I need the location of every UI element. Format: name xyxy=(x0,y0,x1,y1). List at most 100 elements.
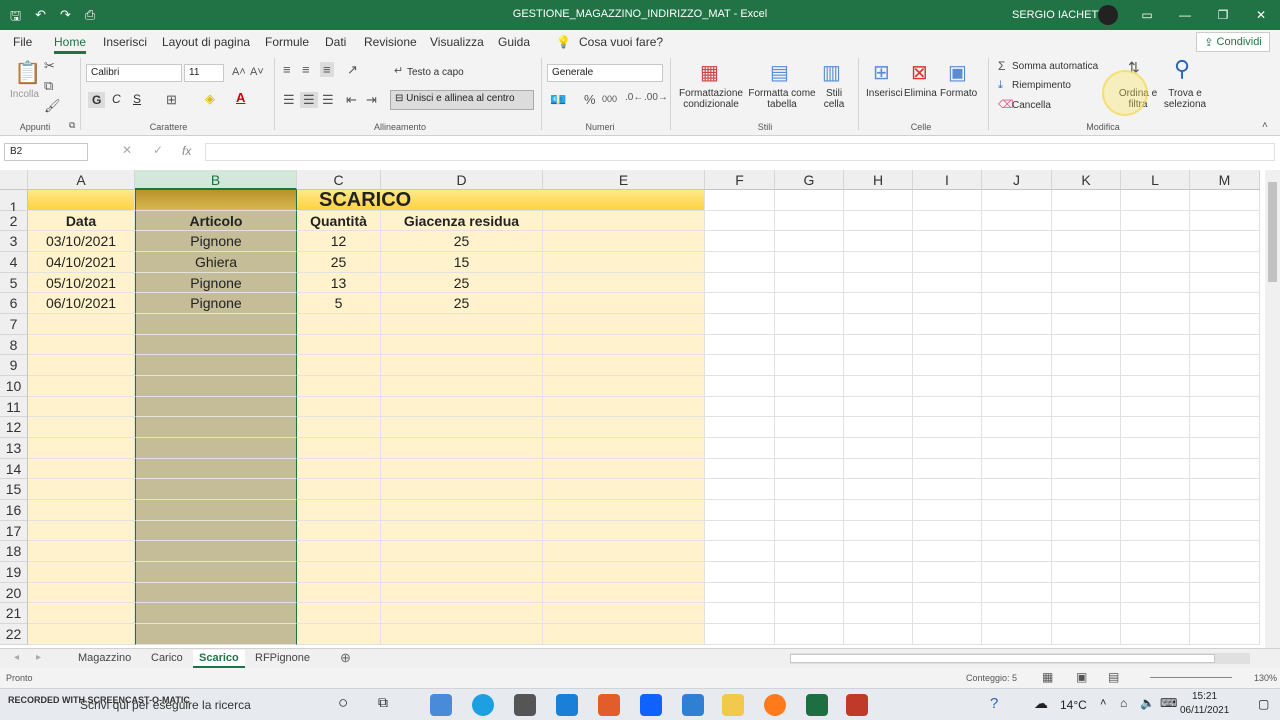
grid-cell[interactable] xyxy=(297,562,381,583)
grid-cell[interactable] xyxy=(543,500,705,521)
align-top-icon[interactable]: ≡ xyxy=(283,62,291,77)
grid-cell[interactable] xyxy=(543,293,705,314)
delete-cells-button[interactable]: Elimina xyxy=(904,88,937,99)
name-box[interactable]: B2 xyxy=(4,143,88,161)
column-header[interactable]: I xyxy=(913,170,982,190)
format-cells-icon[interactable]: ▣ xyxy=(948,60,967,85)
grid-cell[interactable] xyxy=(297,459,381,479)
grid-cell[interactable] xyxy=(913,541,982,562)
grid-cell[interactable] xyxy=(1121,541,1190,562)
grid-cell[interactable] xyxy=(913,500,982,521)
grid-cell[interactable] xyxy=(1121,624,1190,645)
row-header[interactable]: 7 xyxy=(0,314,28,335)
wrap-text-label[interactable]: Testo a capo xyxy=(407,67,464,78)
grid-cell[interactable] xyxy=(1190,397,1260,417)
grid-cell[interactable] xyxy=(705,603,775,624)
weather-icon[interactable]: ☁ xyxy=(1034,695,1048,712)
column-header[interactable]: M xyxy=(1190,170,1260,190)
grid-cell[interactable] xyxy=(705,500,775,521)
grid-cell[interactable] xyxy=(775,190,844,211)
grid-cell[interactable] xyxy=(705,293,775,314)
zoom-slider[interactable] xyxy=(1150,677,1232,678)
grid-cell[interactable] xyxy=(913,583,982,603)
grid-cell[interactable] xyxy=(913,417,982,438)
format-as-table-button[interactable]: Formatta come tabella xyxy=(746,88,818,110)
grid-cell[interactable] xyxy=(543,603,705,624)
grid-cell[interactable] xyxy=(543,417,705,438)
table-cell[interactable]: 12 xyxy=(297,231,381,252)
grid-cell[interactable] xyxy=(982,293,1052,314)
grid-cell[interactable] xyxy=(982,273,1052,293)
grid-cell[interactable] xyxy=(297,479,381,500)
grid-cell[interactable] xyxy=(705,583,775,603)
grid-cell[interactable] xyxy=(1052,562,1121,583)
maximize-icon[interactable]: ❐ xyxy=(1204,0,1242,30)
delete-cells-icon[interactable]: ⊠ xyxy=(911,60,928,85)
grid-cell[interactable] xyxy=(543,562,705,583)
grid-cell[interactable] xyxy=(775,397,844,417)
grid-cell[interactable] xyxy=(1190,211,1260,231)
grid-cell[interactable] xyxy=(135,190,297,211)
grid-cell[interactable] xyxy=(844,500,913,521)
grid-cell[interactable] xyxy=(705,190,775,211)
grid-cell[interactable] xyxy=(844,273,913,293)
grid-cell[interactable] xyxy=(28,583,135,603)
xampp-icon[interactable] xyxy=(598,694,620,716)
autosum-icon[interactable]: Σ xyxy=(998,59,1005,73)
select-all-corner[interactable] xyxy=(0,170,28,190)
underline-button[interactable]: S xyxy=(133,92,141,106)
grid-cell[interactable] xyxy=(844,335,913,355)
grid-cell[interactable] xyxy=(297,417,381,438)
user-name[interactable]: SERGIO IACHETTI xyxy=(1012,9,1108,21)
grid-cell[interactable] xyxy=(297,603,381,624)
row-header[interactable]: 1 xyxy=(0,190,28,215)
fill-icon[interactable]: ⤓ xyxy=(998,79,1003,92)
italic-button[interactable]: C xyxy=(112,92,121,106)
table-header-cell[interactable]: Data xyxy=(28,211,135,231)
grid-cell[interactable] xyxy=(1190,293,1260,314)
grid-cell[interactable] xyxy=(775,211,844,231)
column-header[interactable]: K xyxy=(1052,170,1121,190)
table-cell[interactable]: 5 xyxy=(297,293,381,314)
enter-icon[interactable]: ✓ xyxy=(153,143,163,157)
grid-cell[interactable] xyxy=(381,335,543,355)
grid-cell[interactable] xyxy=(135,500,297,521)
grid-cell[interactable] xyxy=(1121,335,1190,355)
format-painter-icon[interactable]: 🖌 xyxy=(44,98,61,114)
grid-cell[interactable] xyxy=(844,417,913,438)
grid-cell[interactable] xyxy=(297,541,381,562)
clear-button[interactable]: Cancella xyxy=(1012,100,1051,111)
grid-cell[interactable] xyxy=(1190,376,1260,397)
grid-cell[interactable] xyxy=(705,541,775,562)
grid-cell[interactable] xyxy=(775,459,844,479)
grid-cell[interactable] xyxy=(1190,231,1260,252)
grid-cell[interactable] xyxy=(844,583,913,603)
grid-cell[interactable] xyxy=(381,562,543,583)
grid-cell[interactable] xyxy=(1190,355,1260,376)
autosum-button[interactable]: Somma automatica xyxy=(1012,61,1098,72)
grid-cell[interactable] xyxy=(381,624,543,645)
grid-cell[interactable] xyxy=(1121,417,1190,438)
sheet-tab-magazzino[interactable]: Magazzino xyxy=(72,650,137,668)
increase-indent-icon[interactable]: ⇥ xyxy=(366,92,377,108)
collapse-ribbon-icon[interactable]: ˄ xyxy=(1262,120,1268,131)
grid-cell[interactable] xyxy=(705,438,775,459)
grid-cell[interactable] xyxy=(28,314,135,335)
temperature[interactable]: 14°C xyxy=(1060,698,1087,712)
grid-cell[interactable] xyxy=(381,438,543,459)
grid-cell[interactable] xyxy=(1190,562,1260,583)
grid-cell[interactable] xyxy=(1190,459,1260,479)
ribbon-display-icon[interactable]: ▭ xyxy=(1128,0,1166,30)
grid-cell[interactable] xyxy=(1190,479,1260,500)
grid-cell[interactable] xyxy=(28,603,135,624)
hscroll-thumb[interactable] xyxy=(790,654,1215,663)
grid-cell[interactable] xyxy=(1190,252,1260,273)
grid-cell[interactable] xyxy=(381,459,543,479)
grid-cell[interactable] xyxy=(28,459,135,479)
grid-cell[interactable] xyxy=(705,273,775,293)
grid-cell[interactable] xyxy=(381,417,543,438)
grid-cell[interactable] xyxy=(1121,397,1190,417)
grid-cell[interactable] xyxy=(543,459,705,479)
grid-cell[interactable] xyxy=(1052,583,1121,603)
mail-icon[interactable] xyxy=(682,694,704,716)
